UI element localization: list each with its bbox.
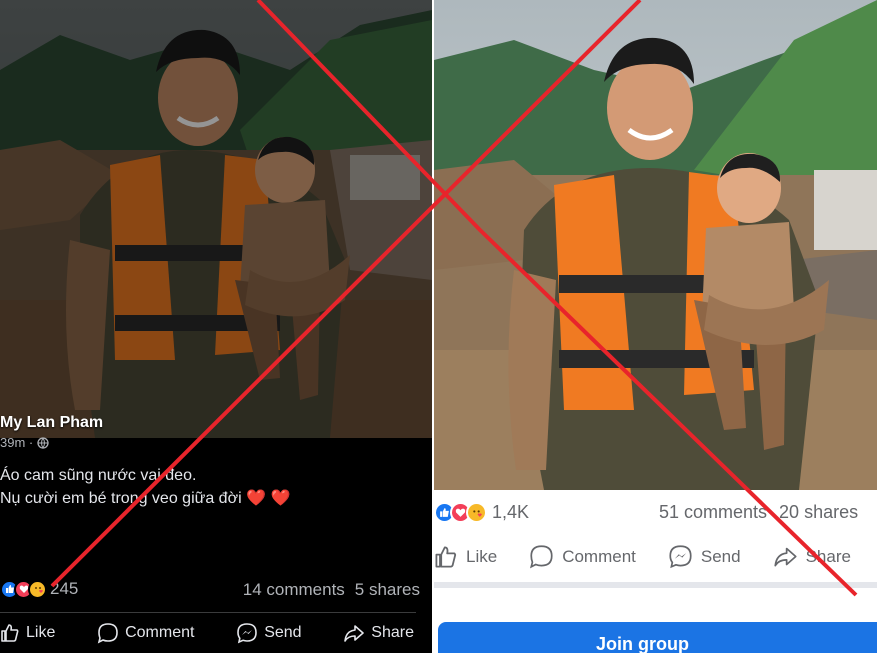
care-icon — [28, 579, 47, 599]
comment-bubble-icon — [97, 622, 119, 644]
comment-label: Comment — [125, 624, 195, 641]
like-button[interactable]: Like — [0, 622, 55, 644]
like-button[interactable]: Like — [434, 544, 497, 569]
heart-emojis: ❤️ ❤️ — [246, 490, 291, 507]
right-post-photo[interactable] — [434, 0, 877, 490]
messenger-icon — [236, 622, 258, 644]
comment-label: Comment — [562, 546, 636, 566]
engagement-stats: 14 comments 5 shares — [243, 580, 420, 600]
reaction-summary[interactable]: 245 — [0, 578, 78, 600]
post-action-bar: Like Comment Send Share — [0, 622, 432, 644]
caption-line-2: Nụ cười em bé trong veo giữa đời ❤️ ❤️ — [0, 487, 290, 510]
comments-count[interactable]: 14 comments — [243, 580, 345, 600]
post-timestamp: 39m · — [0, 435, 49, 450]
comments-count[interactable]: 51 comments — [659, 502, 767, 523]
like-label: Like — [466, 546, 498, 566]
reaction-count: 245 — [50, 579, 79, 598]
post-time: 39m · — [0, 435, 34, 450]
send-label: Send — [700, 546, 741, 566]
thumbs-up-icon — [434, 545, 458, 569]
post-caption: Áo cam sũng nước vai đeo. Nụ cười em bé … — [0, 464, 290, 510]
globe-icon — [37, 437, 49, 449]
shares-count[interactable]: 20 shares — [779, 502, 858, 523]
post-author[interactable]: My Lan Pham — [0, 414, 103, 432]
left-post-screenshot: My Lan Pham 39m · Áo cam sũng nước vai đ… — [0, 0, 432, 653]
send-button[interactable]: Send — [668, 544, 741, 569]
section-separator — [434, 582, 877, 588]
shares-count[interactable]: 5 shares — [355, 580, 420, 600]
right-post-screenshot: 1,4K 51 comments 20 shares Like Comment … — [434, 0, 877, 653]
reaction-summary[interactable]: 1,4K — [434, 500, 529, 524]
share-arrow-icon — [773, 544, 798, 569]
caption-line-1: Áo cam sũng nước vai đeo. — [0, 467, 197, 484]
like-label: Like — [26, 624, 56, 641]
post-action-bar: Like Comment Send Share — [434, 544, 851, 569]
reaction-count: 1,4K — [492, 501, 530, 522]
left-post-photo[interactable] — [0, 0, 432, 438]
dark-overlay — [0, 0, 432, 438]
caption-line-2-text: Nụ cười em bé trong veo giữa đời — [0, 490, 242, 507]
share-button[interactable]: Share — [773, 544, 851, 569]
comment-bubble-icon — [529, 544, 554, 569]
send-label: Send — [264, 624, 302, 641]
engagement-stats: 51 comments 20 shares — [659, 502, 858, 523]
divider — [0, 612, 416, 613]
thumbs-up-icon — [0, 623, 20, 643]
comment-button[interactable]: Comment — [97, 622, 194, 644]
soldier-carrying-baby-photo — [434, 0, 877, 490]
care-icon — [466, 501, 487, 523]
share-label: Share — [371, 624, 414, 641]
send-button[interactable]: Send — [236, 622, 302, 644]
join-group-button[interactable]: Join group — [438, 622, 877, 653]
share-arrow-icon — [343, 622, 365, 644]
comment-button[interactable]: Comment — [529, 544, 636, 569]
messenger-icon — [668, 544, 693, 569]
share-label: Share — [805, 546, 851, 566]
share-button[interactable]: Share — [343, 622, 414, 644]
